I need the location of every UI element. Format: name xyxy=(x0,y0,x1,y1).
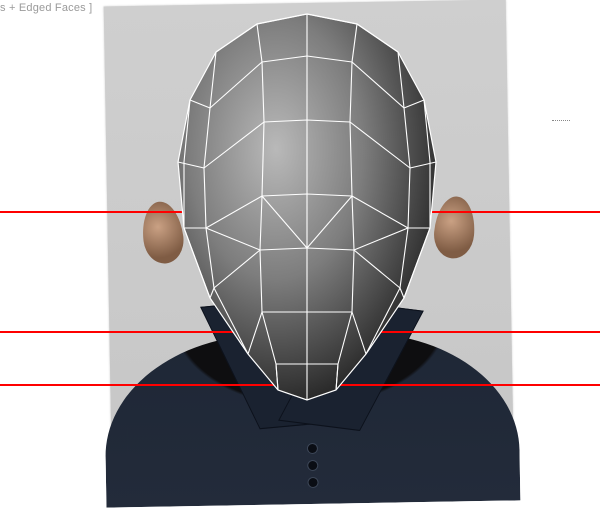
photo-buttons xyxy=(307,437,319,494)
viewport-shading-label[interactable]: s + Edged Faces ] xyxy=(0,2,92,14)
viewport-front[interactable]: s + Edged Faces ] xyxy=(0,0,600,500)
viewport-marker xyxy=(552,120,570,123)
head-poly-mesh[interactable] xyxy=(152,12,462,412)
